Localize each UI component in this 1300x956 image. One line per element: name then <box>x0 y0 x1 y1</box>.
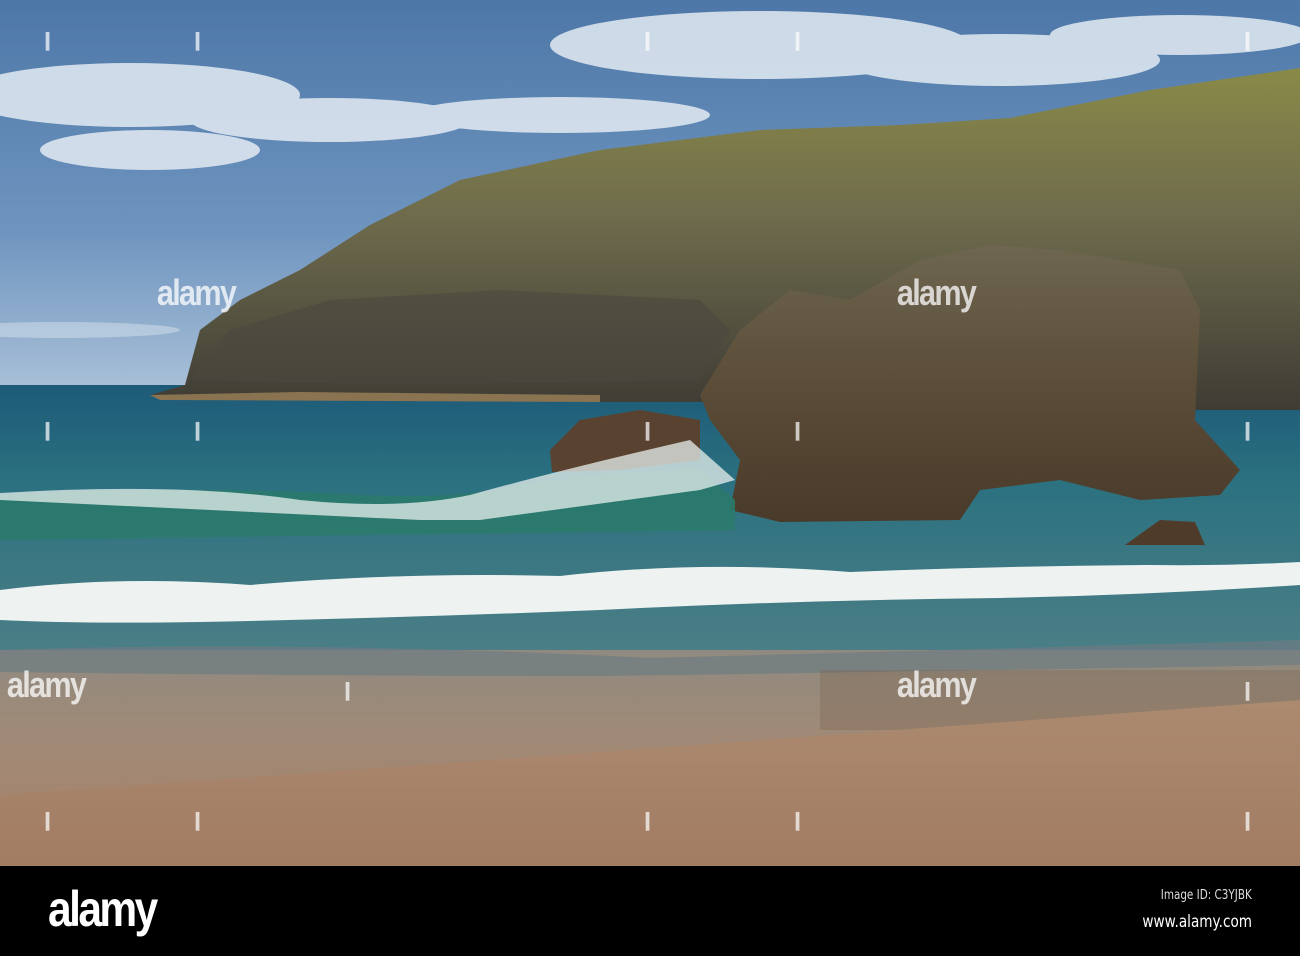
watermark: alamy <box>6 664 87 705</box>
stock-photo: alamy alamy alamy alamy ❙ ❙ ❙ ❙ ❙ ❙ ❙ ❙ ❙ ❙ ❙ ❙ ❙ ❙ ❙ ❙ ❙ al… <box>0 0 1300 956</box>
alamy-logo[interactable]: alamy <box>48 880 158 938</box>
watermark-marker: ❙ <box>190 420 206 440</box>
watermark-marker: ❙ <box>1240 420 1256 440</box>
watermark-marker: ❙ <box>40 810 56 830</box>
watermark-marker: ❙ <box>340 680 356 700</box>
watermark-marker: ❙ <box>640 810 656 830</box>
watermark-marker: ❙ <box>190 810 206 830</box>
watermark-marker: ❙ <box>640 420 656 440</box>
watermark-marker: ❙ <box>790 420 806 440</box>
watermark-marker: ❙ <box>640 30 656 50</box>
watermark: alamy <box>156 272 237 313</box>
watermark-marker: ❙ <box>790 30 806 50</box>
footer-bar: alamy Image ID: C3YJBK www.alamy.com <box>0 866 1300 956</box>
watermark-marker: ❙ <box>1240 680 1256 700</box>
watermark-marker: ❙ <box>40 30 56 50</box>
watermark: alamy <box>896 272 977 313</box>
watermark-marker: ❙ <box>190 30 206 50</box>
watermark-marker: ❙ <box>790 810 806 830</box>
watermark: alamy <box>896 664 977 705</box>
website-link[interactable]: www.alamy.com <box>1142 912 1252 932</box>
watermark-marker: ❙ <box>40 420 56 440</box>
image-id-label: Image ID: C3YJBK <box>1160 888 1252 903</box>
watermark-marker: ❙ <box>1240 30 1256 50</box>
watermark-marker: ❙ <box>1240 810 1256 830</box>
